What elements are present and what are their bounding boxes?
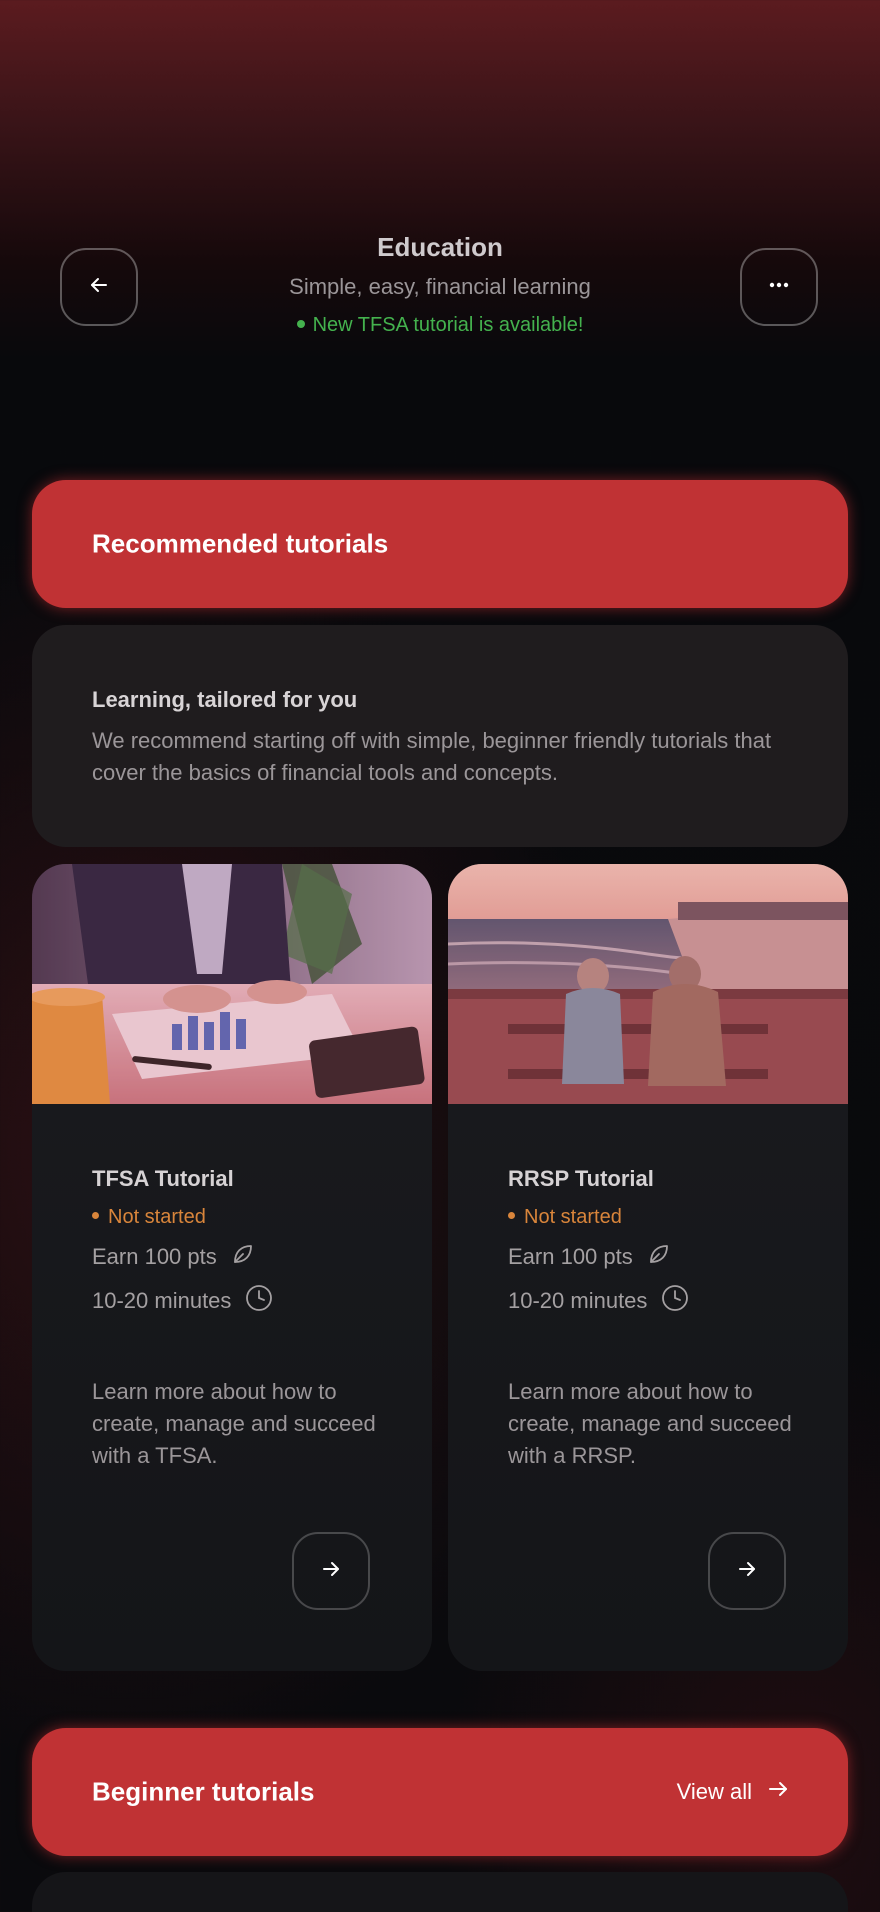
- tutorial-duration-text: 10-20 minutes: [92, 1288, 232, 1313]
- tutorial-points: Earn 100 pts: [508, 1242, 671, 1272]
- tutorial-status: Not started: [508, 1206, 622, 1229]
- open-tutorial-button[interactable]: [708, 1532, 786, 1610]
- learning-intro-card: Learning, tailored for you We recommend …: [32, 625, 848, 847]
- tutorial-status-text: Not started: [524, 1206, 622, 1228]
- tutorial-duration: 10-20 minutes: [508, 1284, 689, 1318]
- beginner-tutorials-card: [32, 1872, 848, 1912]
- leaf-icon: [633, 1242, 671, 1272]
- view-all-link[interactable]: View all: [677, 1777, 790, 1807]
- person-reviewing-financial-charts-photo: [32, 864, 432, 1104]
- arrow-right-icon: [752, 1777, 790, 1807]
- tutorial-duration: 10-20 minutes: [92, 1284, 273, 1318]
- status-dot: [296, 319, 305, 328]
- couple-on-beach-bench-photo: [448, 864, 848, 1104]
- tutorial-points-text: Earn 100 pts: [508, 1244, 633, 1269]
- more-horizontal-icon: [766, 272, 792, 303]
- status-dot: [92, 1212, 99, 1220]
- recommended-tutorials-title: Recommended tutorials: [92, 528, 389, 559]
- recommended-tutorials-banner: Recommended tutorials: [32, 480, 848, 608]
- beginner-tutorials-banner: Beginner tutorials View all: [32, 1728, 848, 1856]
- tutorial-card-tfsa[interactable]: TFSA Tutorial Not started Earn 100 pts 1…: [32, 864, 432, 1671]
- tutorial-description: Learn more about how to create, manage a…: [92, 1379, 376, 1468]
- intro-text: We recommend starting off with simple, b…: [92, 728, 772, 785]
- tutorial-points: Earn 100 pts: [92, 1242, 255, 1272]
- clock-icon: [231, 1284, 273, 1318]
- tutorial-points-text: Earn 100 pts: [92, 1244, 217, 1269]
- clock-icon: [647, 1284, 689, 1318]
- arrow-right-icon: [318, 1556, 344, 1587]
- tutorial-title: TFSA Tutorial: [92, 1166, 234, 1191]
- tutorial-status-text: Not started: [108, 1206, 206, 1228]
- tutorial-card-rrsp[interactable]: RRSP Tutorial Not started Earn 100 pts 1…: [448, 864, 848, 1671]
- more-options-button[interactable]: [740, 248, 818, 326]
- beginner-tutorials-title: Beginner tutorials: [92, 1776, 315, 1807]
- tutorial-duration-text: 10-20 minutes: [508, 1288, 648, 1313]
- arrow-right-icon: [734, 1556, 760, 1587]
- status-dot: [508, 1212, 515, 1220]
- tutorial-title: RRSP Tutorial: [508, 1166, 654, 1191]
- new-tutorial-notice-text: New TFSA tutorial is available!: [312, 314, 584, 336]
- tutorial-description: Learn more about how to create, manage a…: [508, 1379, 792, 1468]
- leaf-icon: [217, 1242, 255, 1272]
- tutorial-status: Not started: [92, 1206, 206, 1229]
- intro-title: Learning, tailored for you: [92, 687, 358, 712]
- view-all-label: View all: [676, 1779, 752, 1804]
- open-tutorial-button[interactable]: [292, 1532, 370, 1610]
